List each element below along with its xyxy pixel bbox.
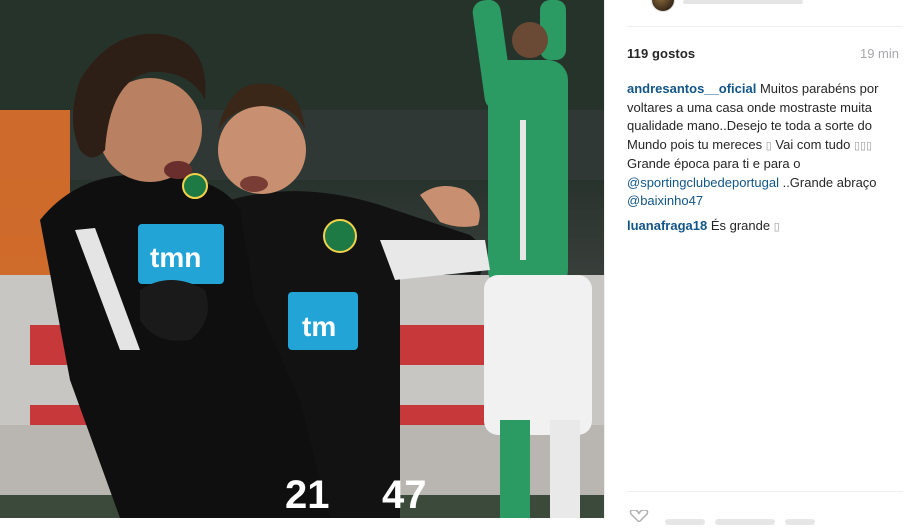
post-photo[interactable]: tm 47 tmn 21 — [0, 0, 604, 518]
header-username-cut — [683, 0, 803, 4]
comment-username[interactable]: andresantos__oficial — [627, 81, 756, 96]
svg-text:47: 47 — [382, 473, 427, 517]
svg-text:21: 21 — [285, 473, 330, 517]
post-sidebar: 119 gostos 19 min andresantos__oficial M… — [604, 0, 920, 525]
post-time[interactable]: 19 min — [860, 46, 899, 61]
likes-count[interactable]: 119 gostos — [627, 46, 695, 61]
emoji-glyph: ▯ — [773, 220, 780, 233]
comment-text: Grande época para ti e para o — [627, 156, 801, 171]
comments-list: andresantos__oficial Muitos parabéns por… — [627, 80, 903, 242]
mention-link[interactable]: @baixinho47 — [627, 193, 703, 208]
svg-text:tmn: tmn — [150, 242, 201, 273]
post-header — [627, 0, 907, 12]
action-bar-cut — [665, 512, 845, 525]
divider-top — [627, 26, 903, 27]
mention-link[interactable]: @sportingclubedeportugal — [627, 175, 779, 190]
comment-item: luanafraga18 És grande ▯ — [627, 217, 903, 237]
heart-icon[interactable] — [629, 510, 649, 522]
divider-bottom — [627, 491, 903, 492]
user-avatar[interactable] — [651, 0, 675, 12]
comment-item: andresantos__oficial Muitos parabéns por… — [627, 80, 903, 211]
comment-username[interactable]: luanafraga18 — [627, 218, 707, 233]
comment-text: ..Grande abraço — [778, 174, 877, 190]
comment-text: Vai com tudo — [771, 136, 854, 152]
photo-illustration: tm 47 tmn 21 — [0, 0, 604, 518]
comment-text: És grande — [707, 217, 774, 233]
svg-text:tm: tm — [302, 311, 336, 342]
emoji-glyph: ▯▯▯ — [853, 139, 873, 152]
